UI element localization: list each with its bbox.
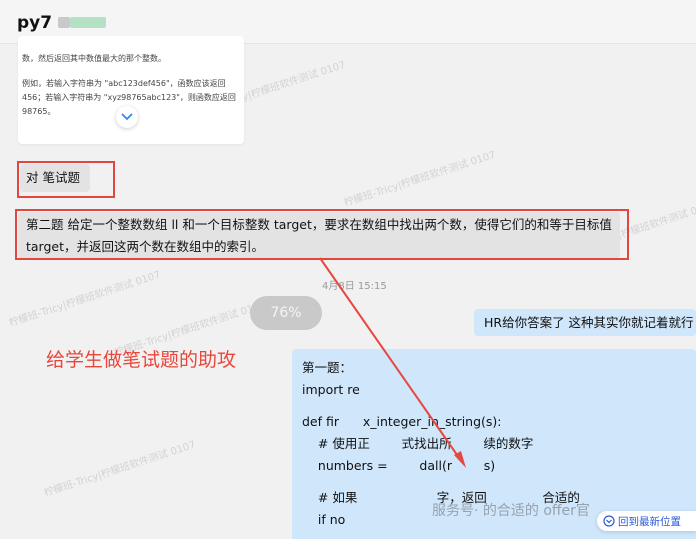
code-line: import re	[302, 382, 360, 397]
chat-title: py7	[17, 13, 53, 33]
code-line: def fir x_integer_in_string(s):	[302, 414, 502, 429]
scroll-to-latest-label: 回到最新位置	[618, 515, 681, 528]
watermark: 柠檬班-Tricy|柠檬班软件测试 0107	[42, 439, 197, 500]
code-line: # 使用正 式找出所 续的数字	[302, 436, 534, 451]
message-bubble[interactable]: 对 笔试题	[20, 164, 90, 192]
timestamp: 4月8日 15:15	[322, 281, 387, 292]
brand-watermark: 服务号· 的合适的 offer官	[432, 503, 590, 519]
arrow-down-circle-icon	[603, 515, 615, 527]
code-line: numbers = dall(r s)	[302, 458, 496, 473]
expand-button[interactable]	[116, 106, 138, 128]
scroll-to-latest-button[interactable]: 回到最新位置	[597, 511, 696, 531]
chevron-down-icon	[121, 113, 133, 121]
annotation-text: 给学生做笔试题的助攻	[46, 349, 237, 371]
watermark: 柠檬班-Tricy|柠檬班软件测试 0107	[7, 269, 162, 330]
message-bubble-self[interactable]: HR给你答案了 这种其实你就记着就行	[474, 309, 696, 336]
card-text: 数，然后返回其中数值最大的那个整数。	[22, 54, 166, 63]
redacted-title-part	[58, 17, 70, 28]
redacted-title-part	[70, 17, 106, 28]
loading-progress: 76%	[250, 296, 322, 330]
message-bubble[interactable]: 第二题 给定一个整数数组 ll 和一个目标整数 target，要求在数组中找出两…	[18, 212, 620, 259]
watermark: 柠檬班-Tricy|柠檬班软件测试 0107	[342, 149, 497, 210]
code-line: 第一题：	[302, 360, 353, 375]
